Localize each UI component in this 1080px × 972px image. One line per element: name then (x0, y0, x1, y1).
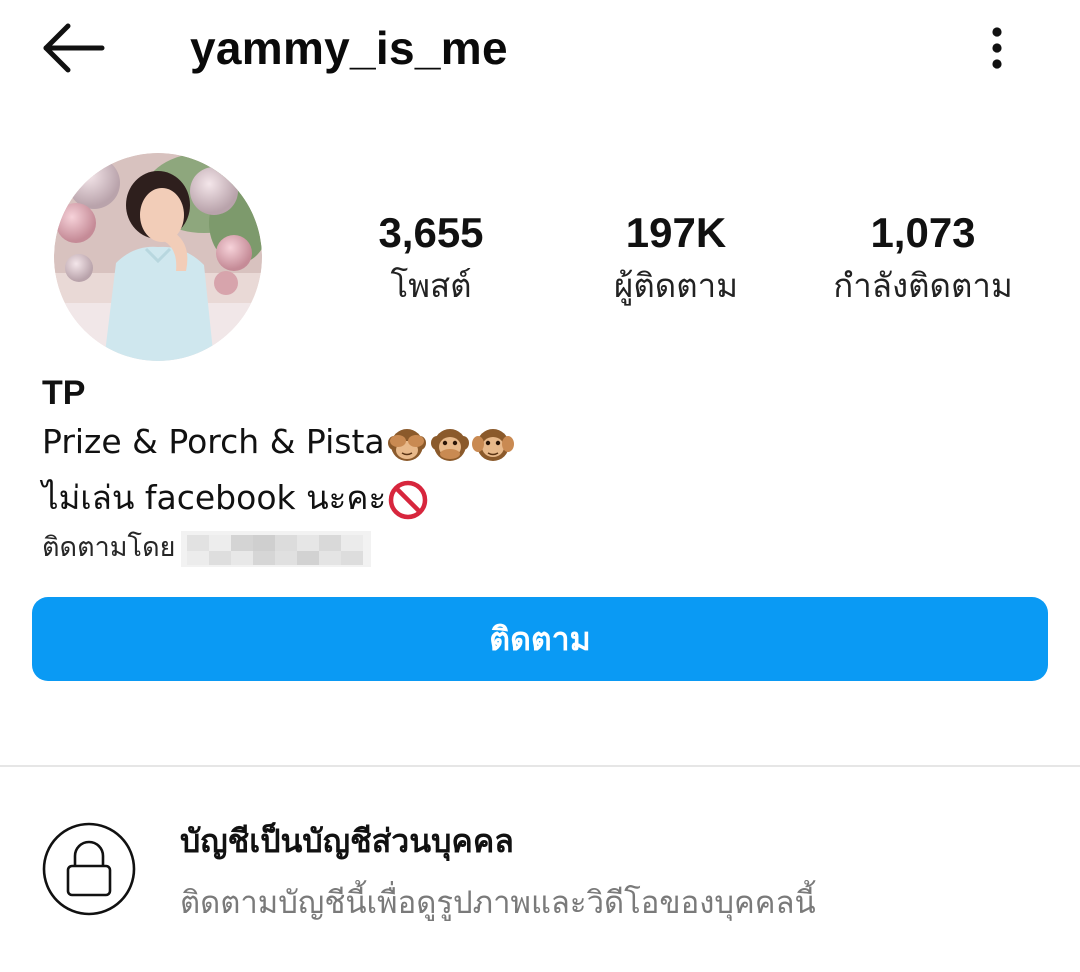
posts-stat[interactable]: 3,655 โพสต์ (346, 206, 516, 312)
bio-line-2-text: ไม่เล่น facebook นะคะ (42, 478, 387, 517)
followers-count: 197K (625, 209, 727, 256)
private-account-subtitle: ติดตามบัญชีนี้เพื่อดูรูปภาพและวิดีโอของบ… (180, 885, 816, 921)
bio-line-1-text: Prize & Porch & Pista (42, 422, 385, 461)
followed-by[interactable]: ติดตามโดย (42, 525, 372, 571)
back-arrow-icon[interactable] (40, 22, 106, 74)
see-no-evil-monkey-icon (386, 423, 428, 465)
follow-button[interactable]: ติดตาม (32, 597, 1048, 681)
followers-label: ผู้ติดตาม (614, 266, 738, 305)
speak-no-evil-monkey-icon (429, 423, 471, 465)
private-account-title: บัญชีเป็นบัญชีส่วนบุคคล (180, 822, 514, 860)
section-divider (0, 765, 1080, 767)
bio-line-2: ไม่เล่น facebook นะคะ (42, 472, 429, 524)
followed-by-label: ติดตามโดย (42, 532, 176, 563)
hear-no-evil-monkey-icon (471, 423, 514, 465)
posts-count: 3,655 (378, 209, 484, 256)
no-entry-sign-icon (387, 479, 429, 521)
more-options-icon[interactable] (976, 22, 1018, 74)
following-count: 1,073 (870, 209, 976, 256)
following-stat[interactable]: 1,073 กำลังติดตาม (810, 206, 1036, 312)
lock-icon (42, 822, 136, 916)
followers-stat[interactable]: 197K ผู้ติดตาม (586, 206, 766, 312)
profile-page: yammy_is_me 3,655 โพสต์ 197K ผู้ติดตาม 1… (0, 0, 1080, 972)
avatar[interactable] (54, 153, 262, 361)
posts-label: โพสต์ (390, 266, 472, 305)
following-label: กำลังติดตาม (833, 266, 1013, 305)
blurred-follower-names (181, 527, 372, 571)
bio-line-1: Prize & Porch & Pista (42, 416, 514, 468)
profile-display-name: TP (42, 374, 86, 412)
profile-username: yammy_is_me (190, 22, 508, 74)
